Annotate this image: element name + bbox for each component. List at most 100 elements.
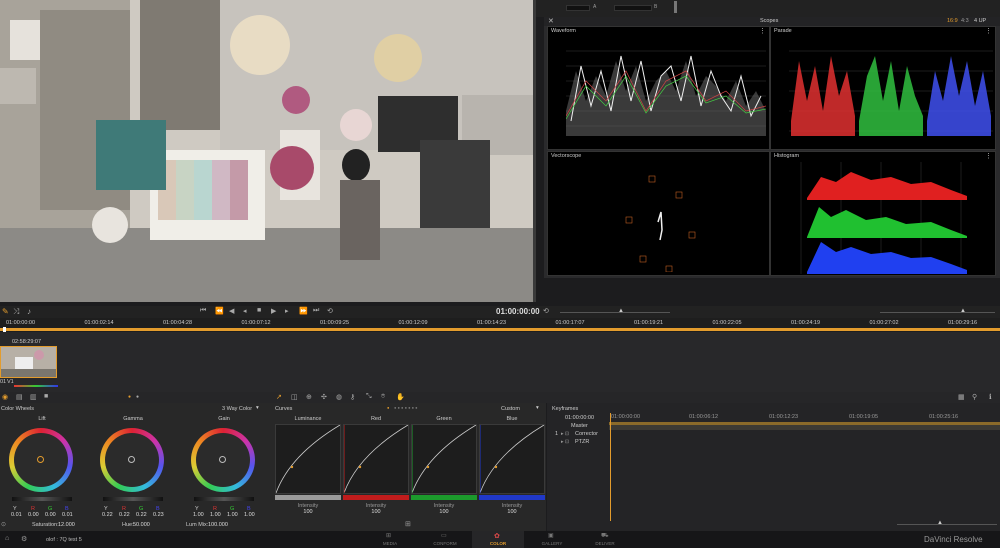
ptzr-expand-icon[interactable]: ▸ ⊡ <box>561 439 569 445</box>
red-intensity-value[interactable]: 100 <box>343 509 409 515</box>
green-bar[interactable] <box>411 495 477 500</box>
slider-b[interactable] <box>614 5 652 11</box>
slider-a[interactable] <box>566 5 590 11</box>
ratio-16-9-button[interactable]: 16:9 <box>947 18 958 24</box>
gain-g-value[interactable]: 1.00 <box>227 512 238 518</box>
gain-r-value[interactable]: 1.00 <box>210 512 221 518</box>
close-icon[interactable]: ✕ <box>548 17 554 25</box>
wheel-mode-select[interactable]: 3 Way Color <box>222 406 252 412</box>
lift-g-value[interactable]: 0.00 <box>45 512 56 518</box>
volume-icon[interactable]: ♪ <box>27 307 31 316</box>
loop-icon[interactable]: ⟲ <box>327 307 333 315</box>
qualifier-icon[interactable]: ◫ <box>291 393 298 401</box>
home-icon[interactable]: ⌂ <box>5 535 9 542</box>
corrector-expand-icon[interactable]: ▸ ⊡ <box>561 431 569 437</box>
page-dot-active[interactable]: ● <box>128 394 131 400</box>
reset-icon[interactable]: ⊞ <box>405 520 411 528</box>
tracker-icon[interactable]: ✣ <box>321 393 327 401</box>
blue-curve[interactable] <box>479 424 545 494</box>
camera-icon[interactable]: ■ <box>44 393 48 400</box>
window-icon[interactable]: ⊕ <box>306 393 312 401</box>
gamma-r-value[interactable]: 0.22 <box>119 512 130 518</box>
luminance-curve[interactable] <box>275 424 341 494</box>
jump-end-icon[interactable]: ⏭ <box>313 307 319 315</box>
color-wheel-ring[interactable] <box>100 428 164 492</box>
keyframes-zoom-handle[interactable]: ▲ <box>937 520 943 526</box>
master-wheel-slider[interactable] <box>12 497 72 501</box>
viewer-image[interactable] <box>0 0 536 302</box>
page-dot-active[interactable]: ● <box>387 405 389 410</box>
shuffle-icon[interactable]: ⤨ <box>13 307 19 317</box>
keyframes-ruler[interactable]: 01:00:00:00 01:00:06:12 01:00:12:23 01:0… <box>609 413 1000 421</box>
gain-b-value[interactable]: 1.00 <box>244 512 255 518</box>
color-wheel-ring[interactable] <box>9 428 73 492</box>
tab-color[interactable]: ✿ COLOR <box>472 531 524 548</box>
saturation-value[interactable]: 12.000 <box>58 522 75 528</box>
page-dot[interactable]: ● <box>136 394 139 400</box>
play-icon[interactable]: ▶ <box>271 307 276 315</box>
lift-r-value[interactable]: 0.00 <box>28 512 39 518</box>
hue-value[interactable]: 50.000 <box>133 522 150 528</box>
fast-forward-icon[interactable]: ⏩ <box>299 307 308 315</box>
menu-icon[interactable]: ⋮ <box>985 152 992 160</box>
chevron-down-icon[interactable]: ▾ <box>536 405 539 411</box>
menu-icon[interactable]: ⋮ <box>759 27 766 35</box>
stereo-icon[interactable]: ⌾ <box>381 393 385 401</box>
histogram-scope[interactable]: Histogram ⋮ <box>770 151 996 276</box>
jump-start-icon[interactable]: ⏮ <box>200 307 206 315</box>
clip-thumbnail[interactable] <box>0 346 57 378</box>
rewind-icon[interactable]: ⏪ <box>215 307 224 315</box>
graph-icon[interactable]: ▥ <box>30 393 37 401</box>
tab-media[interactable]: ⊞ MEDIA <box>372 531 408 548</box>
curves-mode-select[interactable]: Custom <box>501 406 520 412</box>
timeline-zoom-slider[interactable] <box>880 312 995 313</box>
keyframes-zoom-slider[interactable] <box>897 524 997 525</box>
red-bar[interactable] <box>343 495 409 500</box>
master-wheel-slider[interactable] <box>194 497 254 501</box>
waveform-scope[interactable]: Waveform ⋮ <box>547 26 770 150</box>
lift-y-value[interactable]: 0.01 <box>11 512 22 518</box>
play-reverse-icon[interactable]: ◂ <box>243 307 247 315</box>
lum-mix-value[interactable]: 100.000 <box>208 522 228 528</box>
sizing-icon[interactable]: ⤡ <box>366 393 372 401</box>
reset-icon[interactable]: ⊙ <box>1 521 6 528</box>
master-wheel-slider[interactable] <box>103 497 163 501</box>
page-dot[interactable]: ● ● ● ● ● ● ● <box>394 405 418 410</box>
zoom-slider[interactable] <box>560 312 670 313</box>
splitter-handle[interactable] <box>674 1 677 13</box>
green-intensity-value[interactable]: 100 <box>411 509 477 515</box>
curves-tab-icon[interactable]: ↗ <box>276 393 282 401</box>
delete-icon[interactable]: ✋ <box>396 393 405 401</box>
blue-bar[interactable] <box>479 495 545 500</box>
color-wheel-ring[interactable] <box>191 428 255 492</box>
blur-icon[interactable]: ◍ <box>336 393 342 401</box>
menu-icon[interactable]: ⋮ <box>985 27 992 35</box>
tab-conform[interactable]: ▭ CONFORM <box>425 531 465 548</box>
gamma-b-value[interactable]: 0.23 <box>153 512 164 518</box>
step-forward-icon[interactable]: ▸ <box>285 307 289 315</box>
gain-wheel[interactable]: Gain Y R G B 1.00 1.00 1.00 1.00 <box>182 413 272 519</box>
pencil-icon[interactable]: ✎ <box>2 307 9 316</box>
adjust-icon[interactable]: ▤ <box>16 393 23 401</box>
timeline-ruler[interactable]: 01:00:00:00 01:00:02:14 01:00:04:28 01:00:0… <box>0 318 1000 332</box>
ratio-4-3-button[interactable]: 4:3 <box>961 18 969 24</box>
step-back-icon[interactable]: ◀ <box>229 307 234 315</box>
green-curve[interactable] <box>411 424 477 494</box>
layout-select[interactable]: 4 UP <box>974 18 986 24</box>
settings-icon[interactable]: ⚙ <box>21 535 27 543</box>
color-wheels-tab-icon[interactable]: ◉ <box>2 393 8 401</box>
keyframes-playhead[interactable] <box>610 413 611 521</box>
parade-scope[interactable]: Parade ⋮ <box>770 26 996 150</box>
stop-icon[interactable]: ■ <box>257 307 261 314</box>
key-icon[interactable]: ⚷ <box>350 393 355 401</box>
zoom-slider-handle[interactable]: ▲ <box>618 308 624 314</box>
lift-wheel[interactable]: Lift Y R G B 0.01 0.00 0.00 0.01 <box>0 413 90 519</box>
vectorscope[interactable]: Vectorscope <box>547 151 770 276</box>
timeline-zoom-handle[interactable]: ▲ <box>960 308 966 314</box>
gamma-g-value[interactable]: 0.22 <box>136 512 147 518</box>
luminance-intensity-value[interactable]: 100 <box>275 509 341 515</box>
red-curve[interactable] <box>343 424 409 494</box>
grid-icon[interactable]: ▦ <box>958 393 965 401</box>
gamma-wheel[interactable]: Gamma Y R G B 0.22 0.22 0.22 0.23 <box>91 413 181 519</box>
info-icon[interactable]: ℹ <box>989 393 992 401</box>
